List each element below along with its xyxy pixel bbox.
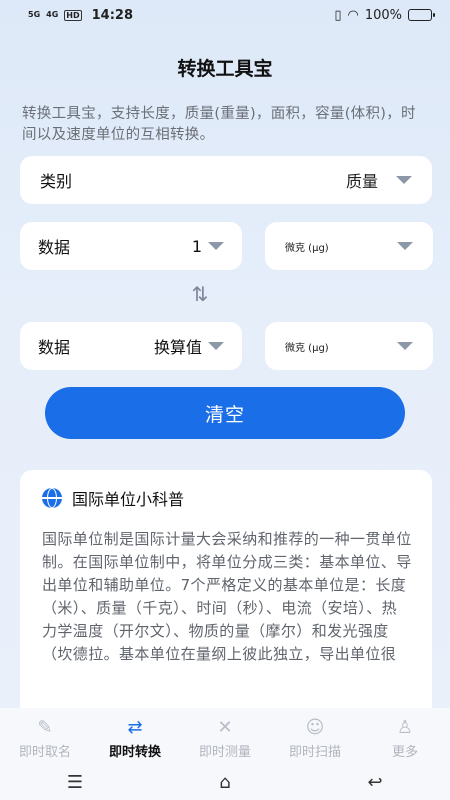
battery-icon (408, 9, 435, 21)
info-title: 国际单位小科普 (72, 490, 185, 509)
tab-label: 即时扫描 (288, 745, 341, 760)
input-value-group: 1 (192, 237, 224, 256)
page-description: 转换工具宝，支持长度，质量(重量)，面积，容量(体积)，时间以及速度单位的互相转… (22, 106, 416, 143)
pencil-icon: ✎ (37, 717, 53, 738)
globe-icon (42, 488, 62, 508)
output-data-label: 数据 (38, 338, 71, 357)
page-title: 转换工具宝 (177, 58, 273, 80)
bottom-tab-bar: ✎ 即时取名 ⇄ 即时转换 ✕ 即时测量 ☺ 即时扫描 ♙ 更多 (0, 708, 450, 764)
menu-icon[interactable]: ☰ (60, 772, 90, 793)
info-body: 国际单位制是国际计量大会采纳和推荐的一种一贯单位制。在国际单位制中，将单位分成三… (42, 530, 412, 663)
back-icon[interactable]: ↩ (360, 772, 390, 793)
input-data-field[interactable]: 数据 1 (20, 222, 242, 270)
hd-indicator: HD (64, 9, 82, 21)
info-header: 国际单位小科普 (42, 486, 412, 510)
caret-down-icon (396, 176, 412, 184)
input-unit-select[interactable]: 微克 (μg) (265, 222, 433, 270)
convert-icon: ⇄ (127, 717, 143, 738)
ruler-icon: ✕ (217, 717, 233, 738)
status-time: 14:28 (91, 7, 134, 23)
battery-percent: 100% (364, 7, 402, 23)
output-data-field[interactable]: 数据 换算值 (20, 322, 242, 370)
wifi-icon: ◠ (347, 7, 359, 23)
tab-convert[interactable]: ⇄ 即时转换 (95, 717, 175, 761)
input-unit-value: 微克 (μg) (285, 242, 329, 254)
tab-more[interactable]: ♙ 更多 (365, 717, 445, 761)
scan-icon: ☺ (305, 717, 325, 738)
tab-measure[interactable]: ✕ 即时测量 (185, 717, 265, 761)
caret-down-icon (397, 342, 413, 350)
tab-scan[interactable]: ☺ 即时扫描 (275, 717, 355, 761)
status-left: 5G 4G HD 14:28 (28, 8, 133, 23)
vibrate-icon: ▯ (334, 7, 342, 23)
tab-label: 更多 (391, 745, 418, 760)
tab-label: 即时取名 (18, 745, 71, 760)
tab-label: 即时测量 (198, 745, 251, 760)
caret-down-icon (208, 242, 224, 250)
category-select[interactable]: 类别 质量 (20, 156, 432, 204)
output-value: 换算值 (153, 338, 202, 357)
category-value: 质量 (345, 172, 378, 191)
output-unit-value: 微克 (μg) (285, 342, 329, 354)
network-4g-indicator: 4G (46, 10, 59, 19)
status-bar: 5G 4G HD 14:28 ▯ ◠ 100% (0, 0, 450, 30)
network-5g-indicator: 5G (28, 10, 41, 19)
category-value-group: 质量 (346, 168, 412, 192)
clear-button[interactable]: 清空 (45, 387, 405, 439)
tab-naming[interactable]: ✎ 即时取名 (5, 717, 85, 761)
input-data-label: 数据 (38, 238, 71, 257)
category-label: 类别 (40, 172, 73, 191)
swap-icon[interactable]: ⇅ (186, 283, 214, 305)
output-value-group: 换算值 (154, 334, 224, 358)
caret-down-icon (397, 242, 413, 250)
info-card: 国际单位小科普 国际单位制是国际计量大会采纳和推荐的一种一贯单位制。在国际单位制… (20, 470, 432, 730)
tab-label: 即时转换 (108, 745, 161, 760)
status-right: ▯ ◠ 100% (334, 7, 435, 23)
user-icon: ♙ (396, 717, 414, 738)
home-icon[interactable]: ⌂ (210, 772, 240, 793)
output-unit-select[interactable]: 微克 (μg) (265, 322, 433, 370)
input-value: 1 (191, 236, 202, 256)
system-nav-bar: ☰ ⌂ ↩ (0, 764, 450, 800)
caret-down-icon (208, 342, 224, 350)
